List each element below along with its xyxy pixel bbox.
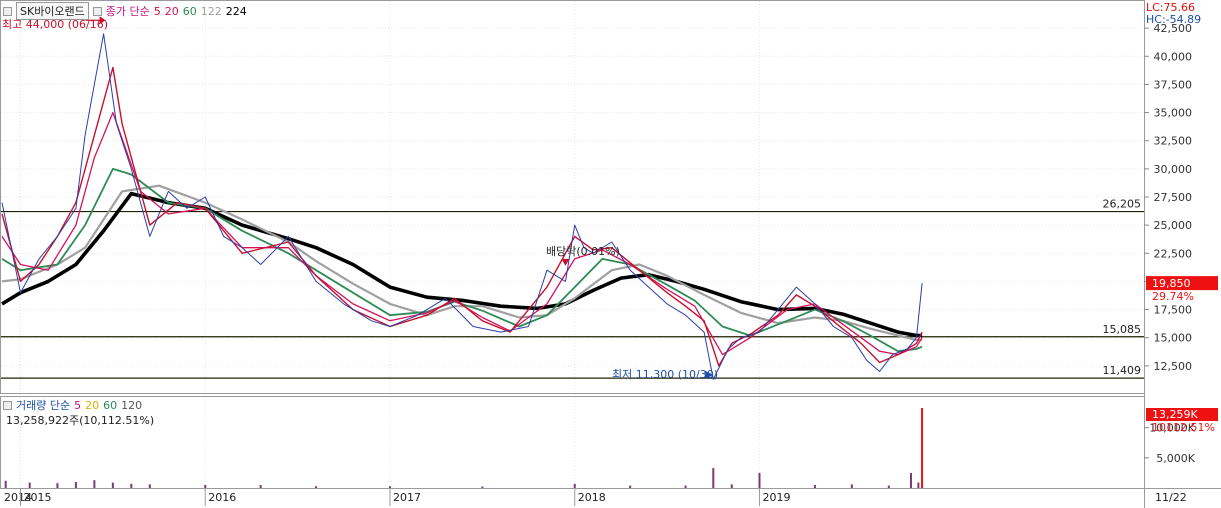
volume-tick-label: 5,000K <box>1156 452 1195 465</box>
price-ma-20[interactable]: 20 <box>165 5 179 18</box>
price-tick-label: 30,000 <box>1154 163 1193 176</box>
price-tick-label: 37,500 <box>1154 78 1193 91</box>
current-price-change: 29.74% <box>1152 290 1194 303</box>
hc-value: HC:-54.89 <box>1146 13 1202 26</box>
volume-ma-5[interactable]: 5 <box>74 399 81 412</box>
price-tick-label: 25,000 <box>1154 219 1193 232</box>
volume-bar <box>573 483 576 488</box>
price-tick-label: 17,500 <box>1154 304 1193 317</box>
current-volume-label: 13,259K <box>1152 408 1198 421</box>
volume-bar <box>629 485 632 488</box>
year-label: 2019 <box>762 491 790 504</box>
price-tick-label: 15,000 <box>1154 332 1193 345</box>
volume-legend: 거래량 단순 5 20 60 120 <box>3 397 142 413</box>
date-footer: 11/22 <box>1155 491 1187 504</box>
price-tick-label: 27,500 <box>1154 191 1193 204</box>
price-tick-label: 12,500 <box>1154 360 1193 373</box>
year-label: 2017 <box>393 491 421 504</box>
price-ma-60[interactable]: 60 <box>183 5 197 18</box>
current-volume-text: 13,258,922주(10,112.51%) <box>6 414 155 427</box>
volume-bar <box>4 480 7 488</box>
volume-bar <box>259 484 262 488</box>
volume-bar <box>388 486 391 488</box>
low-price-annotation: 최저 11,300 (10/30) <box>612 368 719 381</box>
horizontal-line-label: 11,409 <box>1103 364 1142 377</box>
volume-bar <box>74 481 77 488</box>
volume-bar <box>758 472 761 488</box>
volume-bar <box>130 483 133 488</box>
volume-ma-label: 거래량 단순 <box>16 399 71 412</box>
price-ma-label: 종가 단순 <box>105 5 150 18</box>
volume-bar <box>56 483 59 488</box>
legend-toggle-icon[interactable] <box>92 6 102 16</box>
dividend-annotation: 배당락(0.01%) <box>546 245 620 258</box>
year-label: 2016 <box>208 491 236 504</box>
volume-bar <box>111 482 114 488</box>
volume-bar <box>148 484 151 488</box>
horizontal-line-label: 26,205 <box>1103 198 1142 211</box>
year-label: 2018 <box>578 491 606 504</box>
volume-bar <box>28 482 31 488</box>
volume-bar <box>887 485 890 488</box>
price-ma-224[interactable]: 224 <box>226 5 247 18</box>
volume-ma-120[interactable]: 120 <box>121 399 142 412</box>
year-label: 2015 <box>23 491 51 504</box>
volume-bar <box>921 408 924 488</box>
price-tick-label: 32,500 <box>1154 135 1193 148</box>
volume-bar <box>909 472 912 488</box>
volume-bar <box>684 485 687 488</box>
current-price-label: 19,850 <box>1152 277 1191 290</box>
volume-bar <box>917 482 920 488</box>
volume-bar <box>712 468 715 488</box>
volume-bar <box>204 484 207 488</box>
high-price-annotation: 최고 44,000 (06/16) <box>2 18 109 31</box>
price-tick-label: 22,500 <box>1154 247 1193 260</box>
price-tick-label: 35,000 <box>1154 107 1193 120</box>
horizontal-line-label: 15,085 <box>1103 323 1142 336</box>
price-ma-122[interactable]: 122 <box>201 5 222 18</box>
current-volume-change: 10112.51% <box>1152 421 1215 434</box>
legend-toggle-icon[interactable] <box>3 400 12 410</box>
volume-ma-20[interactable]: 20 <box>85 399 99 412</box>
price-ma-5[interactable]: 5 <box>154 5 161 18</box>
volume-bar <box>730 484 733 488</box>
price-tick-label: 40,000 <box>1154 50 1193 63</box>
volume-bar <box>481 486 484 488</box>
volume-bar <box>850 484 853 488</box>
volume-ma-60[interactable]: 60 <box>103 399 117 412</box>
legend-toggle-icon[interactable] <box>3 6 12 16</box>
volume-bar <box>813 484 816 488</box>
volume-bar <box>93 480 96 488</box>
volume-bar <box>315 486 318 488</box>
